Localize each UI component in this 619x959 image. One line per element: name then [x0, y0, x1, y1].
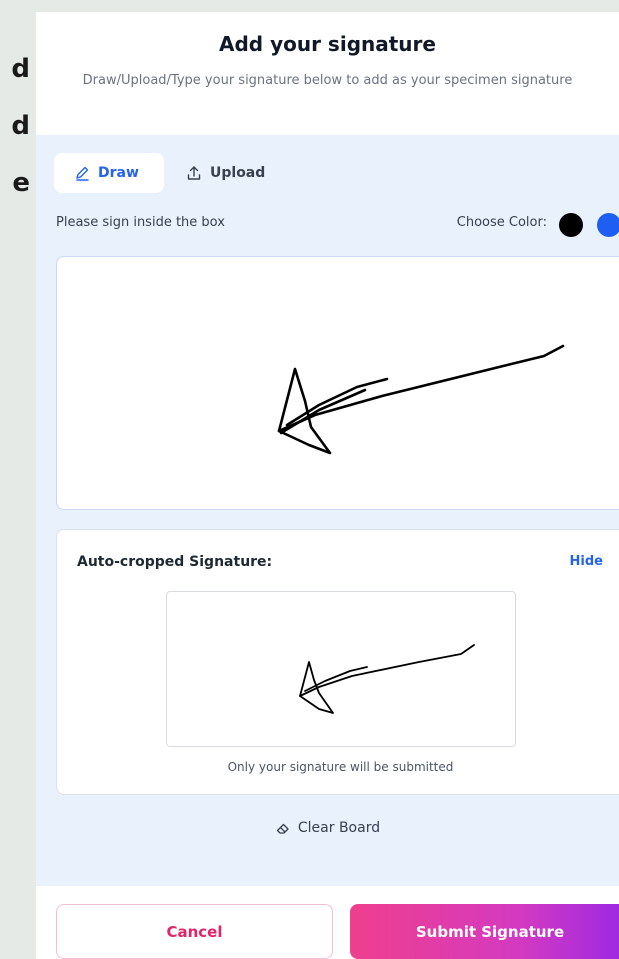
signature-canvas[interactable]: [56, 256, 619, 510]
clear-board-button[interactable]: Clear Board: [36, 820, 619, 836]
cropped-signature-stroke: [299, 644, 475, 714]
upload-icon: [187, 166, 201, 180]
background-glyph: d: [11, 111, 30, 141]
clear-board-label: Clear Board: [297, 820, 381, 836]
modal-title: Add your signature: [219, 32, 436, 56]
modal-header: Add your signature Draw/Upload/Type your…: [36, 12, 619, 135]
background-glyph: e: [12, 168, 30, 198]
background-page-fragment: d d e: [0, 56, 30, 227]
auto-cropped-card: Auto-cropped Signature: Hide Only your s…: [56, 529, 619, 795]
tab-upload-label: Upload: [210, 165, 266, 181]
hide-link[interactable]: Hide: [570, 554, 603, 569]
color-swatch-blue[interactable]: [597, 213, 619, 237]
auto-cropped-title: Auto-cropped Signature:: [77, 554, 273, 570]
sign-hint: Please sign inside the box: [56, 215, 225, 230]
cancel-button[interactable]: Cancel: [56, 904, 333, 959]
modal-footer: Cancel Submit Signature: [36, 886, 619, 959]
tab-draw-label: Draw: [98, 165, 139, 181]
signature-modal: Add your signature Draw/Upload/Type your…: [36, 12, 619, 959]
cropped-signature-preview: [166, 591, 516, 747]
eraser-icon: [276, 823, 289, 834]
color-swatch-black[interactable]: [559, 213, 583, 237]
tab-draw[interactable]: Draw: [54, 153, 164, 193]
signature-panel: Draw Upload Please sign inside the box C…: [36, 135, 619, 886]
signature-stroke: [277, 344, 565, 455]
submit-signature-button[interactable]: Submit Signature: [350, 904, 619, 959]
background-glyph: d: [11, 54, 30, 84]
modal-subtitle: Draw/Upload/Type your signature below to…: [82, 73, 573, 88]
pencil-icon: [76, 166, 89, 181]
choose-color-label: Choose Color:: [456, 215, 547, 230]
tab-upload[interactable]: Upload: [186, 153, 265, 193]
submission-note: Only your signature will be submitted: [227, 760, 454, 774]
